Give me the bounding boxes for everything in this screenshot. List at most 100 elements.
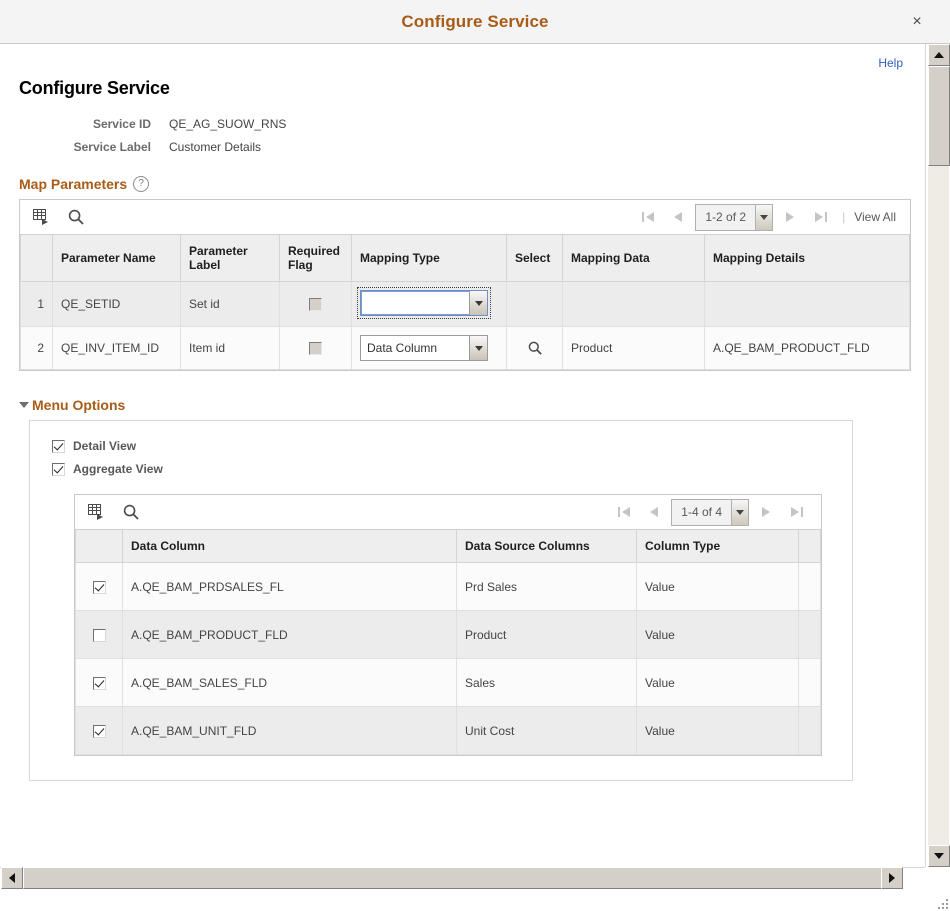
col-mapping-type[interactable]: Mapping Type xyxy=(352,235,507,282)
service-label-label: Service Label xyxy=(19,140,169,154)
cell-mapping-type: Data Column xyxy=(352,327,507,370)
close-icon[interactable]: × xyxy=(906,12,928,34)
service-id-value: QE_AG_SUOW_RNS xyxy=(169,117,286,131)
cell-mapping-data xyxy=(563,282,705,327)
mapping-type-select[interactable] xyxy=(360,290,488,316)
scroll-right-button[interactable] xyxy=(881,867,903,889)
chevron-down-icon[interactable] xyxy=(755,205,772,230)
service-id-label: Service ID xyxy=(19,117,169,131)
cell-checkbox xyxy=(76,611,123,659)
row-number: 1 xyxy=(21,282,53,327)
map-parameters-grid-toolbar: 1-2 of 2 | View All xyxy=(20,200,910,235)
map-parameters-header: Map Parameters ? xyxy=(19,176,911,192)
last-page-icon[interactable] xyxy=(781,501,811,523)
search-icon[interactable] xyxy=(67,208,85,226)
page-range-selector[interactable]: 1-2 of 2 xyxy=(695,204,773,231)
cell-mapping-details: A.QE_BAM_PRODUCT_FLD xyxy=(705,327,910,370)
cell-checkbox xyxy=(76,707,123,755)
prev-page-icon[interactable] xyxy=(663,206,693,228)
map-parameters-grid: 1-2 of 2 | View All xyxy=(19,199,911,371)
horizontal-scroll-thumb[interactable] xyxy=(23,867,883,889)
col-column-type[interactable]: Column Type xyxy=(637,530,799,563)
cell-checkbox xyxy=(76,659,123,707)
col-select[interactable]: Select xyxy=(507,235,563,282)
search-icon[interactable] xyxy=(526,339,544,357)
search-icon[interactable] xyxy=(122,503,140,521)
vertical-scroll-track[interactable] xyxy=(928,166,949,845)
scrollable-content: Help Configure Service Service ID QE_AG_… xyxy=(1,44,926,867)
col-required-flag[interactable]: Required Flag xyxy=(280,235,352,282)
cell-mapping-details xyxy=(705,282,910,327)
help-link[interactable]: Help xyxy=(878,56,903,70)
mapping-type-value xyxy=(361,291,469,315)
detail-view-row: Detail View xyxy=(52,439,830,453)
aggregate-view-row: Aggregate View xyxy=(52,462,830,476)
cell-parameter-name: QE_SETID xyxy=(53,282,181,327)
next-page-icon[interactable] xyxy=(751,501,781,523)
cell-column-type: Value xyxy=(637,563,799,611)
table-row: A.QE_BAM_PRODUCT_FLD Product Value xyxy=(76,611,821,659)
last-page-icon[interactable] xyxy=(805,206,835,228)
resize-grip-icon[interactable] xyxy=(932,893,948,909)
grid-personalize-icon[interactable] xyxy=(32,208,50,226)
col-data-source-columns[interactable]: Data Source Columns xyxy=(457,530,637,563)
scroll-down-button[interactable] xyxy=(928,845,950,867)
help-question-icon[interactable]: ? xyxy=(133,176,149,192)
first-page-icon[interactable] xyxy=(633,206,663,228)
col-mapping-data[interactable]: Mapping Data xyxy=(563,235,705,282)
menu-options-header[interactable]: Menu Options xyxy=(19,397,911,413)
col-parameter-name[interactable]: Parameter Name xyxy=(53,235,181,282)
cell-mapping-type xyxy=(352,282,507,327)
row-select-checkbox[interactable] xyxy=(93,581,106,594)
prev-page-icon[interactable] xyxy=(639,501,669,523)
chevron-down-icon[interactable] xyxy=(469,336,487,360)
cell-parameter-label: Item id xyxy=(181,327,280,370)
service-info-fields: Service ID QE_AG_SUOW_RNS Service Label … xyxy=(19,117,911,154)
detail-view-label: Detail View xyxy=(73,439,136,453)
required-flag-checkbox[interactable] xyxy=(309,342,322,355)
field-row-service-label: Service Label Customer Details xyxy=(19,140,911,154)
row-select-checkbox[interactable] xyxy=(93,725,106,738)
required-flag-checkbox[interactable] xyxy=(309,298,322,311)
cell-column-type: Value xyxy=(637,707,799,755)
page-range-text: 1-2 of 2 xyxy=(696,205,755,230)
row-select-checkbox[interactable] xyxy=(93,677,106,690)
collapse-caret-icon[interactable] xyxy=(19,402,29,408)
page-range-text: 1-4 of 4 xyxy=(672,500,731,525)
chevron-down-icon[interactable] xyxy=(469,291,487,315)
detail-view-checkbox[interactable] xyxy=(52,440,65,453)
scroll-left-button[interactable] xyxy=(1,867,23,889)
aggregate-view-checkbox[interactable] xyxy=(52,463,65,476)
col-mapping-details[interactable]: Mapping Details xyxy=(705,235,910,282)
col-rownum xyxy=(21,235,53,282)
cell-data-column: A.QE_BAM_PRODUCT_FLD xyxy=(123,611,457,659)
col-data-column[interactable]: Data Column xyxy=(123,530,457,563)
cell-data-column: A.QE_BAM_SALES_FLD xyxy=(123,659,457,707)
page-range-selector[interactable]: 1-4 of 4 xyxy=(671,499,749,526)
col-parameter-label[interactable]: Parameter Label xyxy=(181,235,280,282)
cell-spacer xyxy=(799,659,821,707)
horizontal-scrollbar[interactable] xyxy=(1,867,903,889)
view-all-link[interactable]: View All xyxy=(854,210,900,224)
cell-column-type: Value xyxy=(637,659,799,707)
mapping-type-value: Data Column xyxy=(361,336,469,360)
grid-personalize-icon[interactable] xyxy=(87,503,105,521)
next-page-icon[interactable] xyxy=(775,206,805,228)
cell-data-source-columns: Unit Cost xyxy=(457,707,637,755)
row-select-checkbox[interactable] xyxy=(93,629,106,642)
menu-options-title: Menu Options xyxy=(32,397,125,413)
scroll-up-button[interactable] xyxy=(928,44,950,66)
vertical-scroll-thumb[interactable] xyxy=(928,66,950,166)
chevron-down-icon[interactable] xyxy=(731,500,748,525)
first-page-icon[interactable] xyxy=(609,501,639,523)
field-row-service-id: Service ID QE_AG_SUOW_RNS xyxy=(19,117,911,131)
cell-required-flag xyxy=(280,327,352,370)
mapping-type-select[interactable]: Data Column xyxy=(360,335,488,361)
table-row: 2 QE_INV_ITEM_ID Item id Data Column xyxy=(21,327,910,370)
content-frame: Help Configure Service Service ID QE_AG_… xyxy=(0,44,950,911)
toolbar-separator: | xyxy=(842,210,845,224)
cell-data-column: A.QE_BAM_PRDSALES_FL xyxy=(123,563,457,611)
cell-parameter-label: Set id xyxy=(181,282,280,327)
vertical-scrollbar[interactable] xyxy=(927,44,949,867)
cell-parameter-name: QE_INV_ITEM_ID xyxy=(53,327,181,370)
